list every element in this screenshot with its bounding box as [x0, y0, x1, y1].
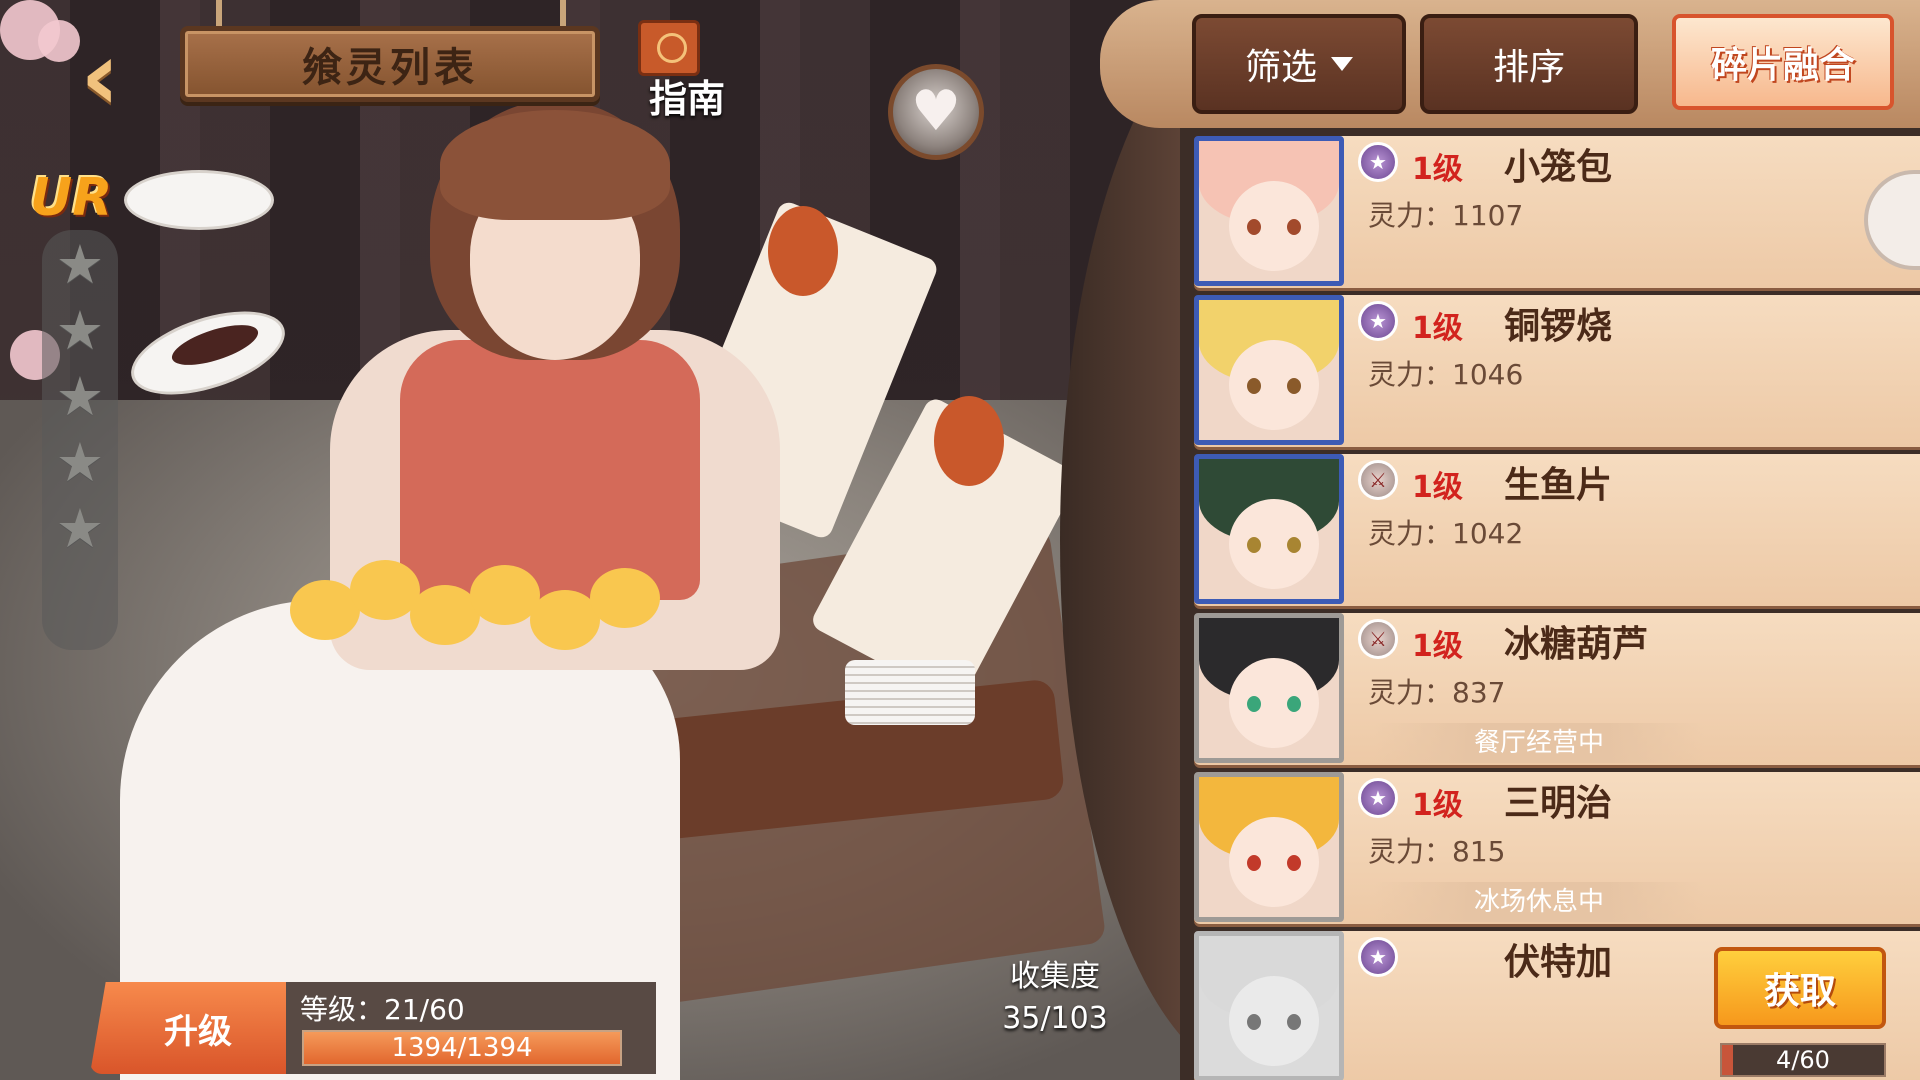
portrait-eye: [1287, 537, 1301, 553]
back-icon[interactable]: ‹: [40, 28, 160, 124]
star-type-icon: ★: [1358, 778, 1398, 818]
spirit-power: 灵力：1042: [1368, 517, 1524, 550]
sort-label: 排序: [1492, 47, 1565, 88]
portrait-eye: [1247, 696, 1261, 712]
spirit-portrait: [1194, 613, 1344, 763]
fragment-progress: 4/60: [1720, 1043, 1886, 1077]
spirit-portrait: [1194, 931, 1344, 1080]
portrait-eye: [1287, 1014, 1301, 1030]
spirit-power: 灵力：1046: [1368, 358, 1524, 391]
spirit-name: 冰糖葫芦: [1504, 624, 1649, 665]
sword-type-icon: ⚔: [1358, 619, 1398, 659]
portrait-eye: [1247, 378, 1261, 394]
spirit-level: 1级: [1412, 788, 1463, 823]
star-icon: ★: [55, 365, 105, 428]
spirit-portrait: [1194, 136, 1344, 286]
spirit-name: 小笼包: [1504, 147, 1613, 188]
star-type-icon: ★: [1358, 301, 1398, 341]
star-icon: ★: [55, 233, 105, 296]
portrait-eye: [1287, 855, 1301, 871]
spirit-level: 1级: [1412, 470, 1463, 505]
spirit-name: 伏特加: [1504, 942, 1613, 983]
spirit-list: ★ 1级 小笼包 灵力：1107 ★ 1级 铜锣烧 灵力：1046 ⚔ 1级 生…: [1194, 136, 1920, 1080]
character-bangs: [440, 110, 670, 220]
spirit-status: 餐厅经营中: [1374, 723, 1704, 763]
rice-plate: [124, 170, 274, 230]
obtain-button[interactable]: 获取: [1714, 947, 1886, 1029]
sort-button[interactable]: 排序: [1420, 14, 1638, 114]
star-type-icon: ★: [1358, 142, 1398, 182]
portrait-eye: [1247, 219, 1261, 235]
spirit-power: 灵力：837: [1368, 676, 1506, 709]
book-icon: [638, 20, 700, 76]
upgrade-button[interactable]: 升级: [90, 982, 286, 1074]
page-title: 飨灵列表: [180, 26, 600, 102]
star-icon: ★: [55, 299, 105, 362]
rarity-badge: UR: [30, 168, 113, 228]
spirit-name: 铜锣烧: [1504, 306, 1613, 347]
collection-label: 收集度: [1010, 959, 1100, 994]
portrait-eye: [1247, 537, 1261, 553]
fragment-count: 4/60: [1776, 1046, 1830, 1074]
filter-button[interactable]: 筛选: [1192, 14, 1406, 114]
duck: [590, 568, 660, 628]
spirit-card[interactable]: ★ 1级 小笼包 灵力：1107: [1194, 136, 1920, 288]
spirit-portrait: [1194, 295, 1344, 445]
portrait-face: [1229, 340, 1319, 430]
spirit-portrait: [1194, 454, 1344, 604]
portrait-eye: [1287, 219, 1301, 235]
star-icon: ★: [55, 431, 105, 494]
portrait-eye: [1247, 1014, 1261, 1030]
spirit-level: 1级: [1412, 152, 1463, 187]
exp-bar: 1394/1394: [302, 1030, 622, 1066]
spirit-card[interactable]: ⚔ 1级 冰糖葫芦 灵力：837 餐厅经营中: [1194, 613, 1920, 765]
portrait-face: [1229, 499, 1319, 589]
roast-duck-slice: [934, 396, 1004, 486]
portrait-eye: [1247, 855, 1261, 871]
spirit-level: 1级: [1412, 629, 1463, 664]
guide-label: 指南: [648, 77, 725, 121]
spirit-level: 1级: [1412, 311, 1463, 346]
guide-button[interactable]: 指南: [632, 20, 742, 121]
collection-value: 35/103: [1002, 1001, 1108, 1036]
collection-progress: 收集度 35/103: [990, 956, 1120, 1040]
spirit-card[interactable]: ★ 1级 三明治 灵力：815 冰场休息中: [1194, 772, 1920, 924]
portrait-eye: [1287, 378, 1301, 394]
portrait-face: [1229, 181, 1319, 271]
spirit-name: 三明治: [1504, 783, 1613, 824]
roast-duck-slice: [768, 206, 838, 296]
portrait-face: [1229, 658, 1319, 748]
spirit-name: 生鱼片: [1504, 465, 1613, 506]
spirit-status: 冰场休息中: [1374, 882, 1704, 922]
star-rating: ★ ★ ★ ★ ★: [42, 230, 118, 650]
portrait-face: [1229, 817, 1319, 907]
spirit-power: 灵力：815: [1368, 835, 1506, 868]
rubber-ducks: [290, 560, 690, 650]
heart-icon[interactable]: ♥: [888, 64, 984, 160]
filter-label: 筛选: [1244, 47, 1317, 88]
locked-spirit-card[interactable]: ★ 伏特加 获取 4/60: [1194, 931, 1920, 1080]
portrait-eye: [1287, 696, 1301, 712]
sword-type-icon: ⚔: [1358, 460, 1398, 500]
plate-stack: [845, 660, 975, 725]
level-text: 等级：21/60: [300, 993, 465, 1026]
character-illustration: [0, 0, 1180, 1080]
portrait-face: [1229, 976, 1319, 1066]
spirit-power: 灵力：1107: [1368, 199, 1524, 232]
star-icon: ★: [55, 497, 105, 560]
spirit-portrait: [1194, 772, 1344, 922]
dropdown-arrow-icon: [1331, 57, 1353, 71]
fragment-fuse-button[interactable]: 碎片融合: [1672, 14, 1894, 110]
spirit-card[interactable]: ★ 1级 铜锣烧 灵力：1046: [1194, 295, 1920, 447]
star-type-icon: ★: [1358, 937, 1398, 977]
exp-text: 1394/1394: [391, 1033, 533, 1063]
level-panel: 等级：21/60 1394/1394: [286, 982, 656, 1074]
spirit-card[interactable]: ⚔ 1级 生鱼片 灵力：1042: [1194, 454, 1920, 606]
